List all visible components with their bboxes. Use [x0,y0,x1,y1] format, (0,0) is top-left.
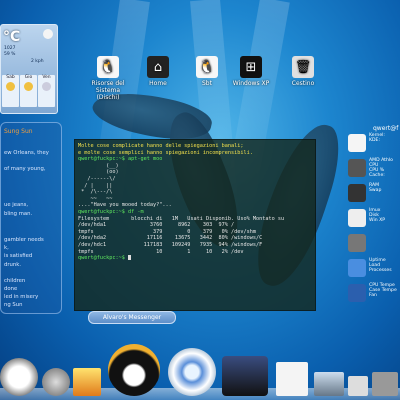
lyric-line: of many young, [4,166,46,172]
system-stat-text: Kernel: KDE: [369,133,385,143]
system-stat-text: CPU Tempe Case Tempe Fan [369,283,397,298]
terminal-window[interactable]: Molte cose complicate hanno delle spiega… [74,139,316,311]
desktop-icon-windows[interactable]: ⊞ Windows XP [228,56,274,87]
windows-icon: ⊞ [240,56,262,78]
terminal-line: * /\---/\ [78,189,113,196]
lyric-line: drunk. [4,262,22,268]
moon-icon [43,29,53,39]
stamps-app-icon[interactable] [73,368,101,396]
system-stat-text: Uptime Load Processes [369,258,392,273]
system-stat-text: AMD Athlo CPU CPU % Cache: [369,158,393,178]
system-stat-text: Imux Disk Win XP [369,208,386,223]
temperature: °C [3,29,21,45]
lyrics-panel: Sung Sun ew Orleans, they of many young,… [0,122,62,314]
terminal-line: /------\/ [78,176,116,182]
clock-app-icon[interactable] [0,358,38,396]
lyric-line: ng Sun [4,302,23,308]
terminal-line: qwert@fuckpc:~$ df -m [78,209,144,215]
home-icon: ⌂ [147,56,169,78]
terminal-line: /dev/hda1 3760 8962 303 97% / [78,222,235,229]
dock-app-icon[interactable] [372,372,398,396]
lyric-line: gambler needs [4,237,44,243]
lyrics-title: Sung Sun [4,128,33,135]
media-player-icon[interactable] [42,368,70,396]
terminal-line: / | || [78,182,113,189]
terminal-line: tmpfs 10 1 10 2% /dev [78,248,244,255]
forecast-day: Ven [38,75,55,107]
terminal-line: (__) [78,162,119,169]
wind-speed: 2 kph [31,59,44,64]
lyric-line: led in misery [4,294,39,300]
lyric-line: done [4,286,18,292]
terminal-line: qwert@fuckpc:~$ apt-get moo [78,156,163,163]
lyric-line: ue jeans, [4,202,29,208]
dock [0,340,400,400]
terminal-line: tmpfs 379 0 379 0% /dev/shm [78,228,257,235]
tux-icon: 🐧 [97,56,119,78]
messenger-button[interactable]: Alvaro's Messenger [88,311,176,324]
desktop-icon-sbt[interactable]: 🐧 Sbt [184,56,230,87]
trash-icon: 🗑 [292,56,314,78]
terminal-line: ~~ ~~ [78,195,113,202]
drive-icon [348,234,366,252]
film-app-icon[interactable] [222,356,268,396]
forecast-day: Gio [20,75,37,107]
system-row: RAM Swap [347,182,400,204]
tux-messenger-icon[interactable] [108,344,160,396]
sun-icon [24,82,33,91]
lyric-line: children [4,278,26,284]
system-row: Imux Disk Win XP [347,207,400,229]
hard-disk-icon [348,209,366,227]
system-row: CPU Tempe Case Tempe Fan [347,282,400,304]
terminal-line: /dev/hdc1 117183 109249 7935 94% /window… [78,242,263,248]
lyric-line: is satisfied [4,253,33,259]
desktop-icon-trash[interactable]: 🗑 Cestino [280,56,326,87]
terminal-line: /dev/hda2 17116 13675 3442 80% /windows/… [78,235,263,242]
terminal-cursor [127,255,131,261]
terminal-line: Molte cose complicate hanno delle spiega… [78,143,244,149]
lyric-line: k, [4,245,9,251]
clock-icon [348,259,366,277]
system-row [347,232,400,254]
terminal-line: (oo) [78,169,119,176]
humidity: 59 % [4,52,16,57]
terminal-app-icon[interactable] [348,376,368,396]
thermometer-icon [348,284,366,302]
pressure: 1027 [4,46,16,51]
tux-icon: 🐧 [196,56,218,78]
terminal-line: e molte cose semplici hanno spiegazioni … [78,149,253,156]
lyric-line: ew Orleans, they [4,150,49,156]
cpu-icon [348,159,366,177]
sun-icon [6,82,15,91]
cloud-icon [42,82,51,91]
terminal-line: ...."Have you mooed today?"... [78,202,172,209]
weather-widget[interactable]: °C 1027 59 % 2 kph Sab Gio Ven [0,24,58,114]
system-row: Kernel: KDE: [347,132,400,154]
itunes-app-icon[interactable] [168,348,216,396]
ram-icon [348,184,366,202]
system-row: AMD Athlo CPU CPU % Cache: [347,157,400,179]
desktop-icon-home[interactable]: ⌂ Home [135,56,181,87]
text-editor-icon[interactable] [276,362,308,396]
desktop-icon-system[interactable]: 🐧 Risorse del Sistema (Dischi) [85,56,131,101]
system-monitor: Kernel: KDE: AMD Athlo CPU CPU % Cache: RA… [347,124,400,306]
terminal-line: qwert@fuckpc:~$ [78,255,131,261]
system-stat-text: RAM Swap [369,183,382,193]
lyric-line: bling man. [4,211,33,217]
forecast-day: Sab [2,75,19,107]
image-viewer-icon[interactable] [314,372,344,396]
tux-icon [348,134,366,152]
system-row: Uptime Load Processes [347,257,400,279]
terminal-line: Filesystem blocchi di 1M Usati Disponib.… [78,215,285,222]
